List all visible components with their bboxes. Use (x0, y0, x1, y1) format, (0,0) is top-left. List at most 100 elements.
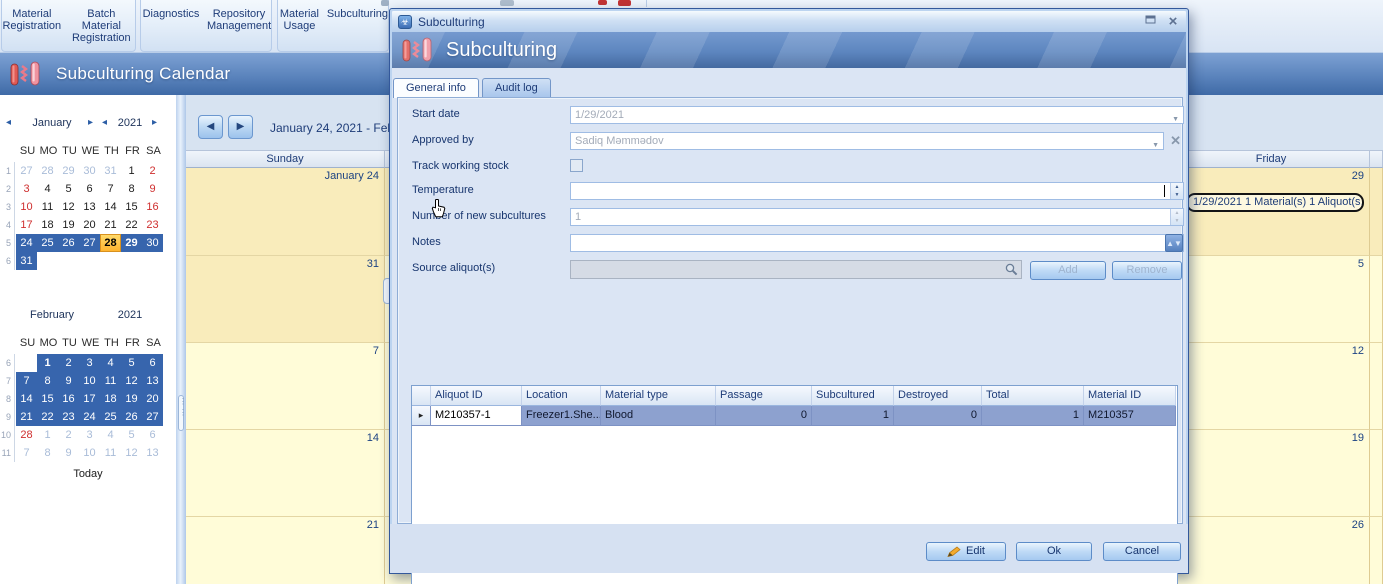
today-button[interactable]: Today (0, 468, 176, 480)
notes-expand-button[interactable]: ▲▼ (1165, 234, 1183, 252)
day-cell[interactable]: 1 (121, 162, 142, 180)
chevron-down-icon[interactable]: ▼ (1152, 138, 1159, 154)
day-cell[interactable]: 3 (79, 354, 100, 372)
day-cell[interactable]: 18 (100, 390, 121, 408)
calendar-day-cell[interactable]: 7 (186, 343, 385, 430)
day-cell[interactable]: 24 (16, 234, 37, 252)
day-cell[interactable]: 2 (58, 354, 79, 372)
remove-button[interactable]: Remove (1112, 261, 1182, 280)
num-subcultures-field[interactable]: 1 ▲▼ (570, 208, 1184, 226)
day-cell[interactable]: 27 (142, 408, 163, 426)
temperature-field[interactable]: ▲▼ (570, 182, 1184, 200)
day-cell[interactable]: 5 (121, 426, 142, 444)
ribbon-item-diagnostics[interactable]: Diagnostics (141, 8, 201, 51)
approved-by-field[interactable]: Sadiq Məmmədov ▼ ✕ (570, 132, 1164, 150)
next-period-button[interactable]: ▶ (228, 115, 253, 139)
restore-window-button[interactable] (1142, 14, 1160, 30)
day-cell[interactable]: 10 (79, 444, 100, 462)
day-cell[interactable]: 23 (142, 216, 163, 234)
day-cell[interactable]: 7 (16, 372, 37, 390)
calendar-day-cell[interactable] (1370, 430, 1383, 517)
ribbon-item-material-usage[interactable]: Material Usage (278, 8, 321, 51)
calendar-day-cell[interactable]: 19 (1173, 430, 1370, 517)
day-cell[interactable]: 14 (100, 198, 121, 216)
search-icon[interactable] (1004, 262, 1019, 282)
splitter-grip-icon[interactable]: ⋮⋮ (178, 395, 184, 431)
day-cell[interactable]: 4 (100, 354, 121, 372)
day-cell[interactable]: 6 (79, 180, 100, 198)
track-working-stock-checkbox[interactable] (570, 159, 583, 172)
day-cell[interactable]: 25 (37, 234, 58, 252)
cancel-button[interactable]: Cancel (1103, 542, 1181, 561)
day-cell[interactable]: 12 (121, 372, 142, 390)
day-cell[interactable]: 11 (37, 198, 58, 216)
day-cell[interactable]: 22 (121, 216, 142, 234)
day-cell[interactable]: 25 (100, 408, 121, 426)
calendar-day-cell[interactable]: 5 (1173, 256, 1370, 343)
day-cell[interactable]: 31 (100, 162, 121, 180)
chevron-down-icon[interactable]: ▼ (1172, 112, 1179, 128)
day-cell[interactable]: 2 (142, 162, 163, 180)
day-cell[interactable]: 28 (100, 234, 121, 252)
day-cell[interactable]: 13 (142, 444, 163, 462)
calendar-day-cell[interactable]: 14 (186, 430, 385, 517)
close-button[interactable]: × (1164, 14, 1182, 30)
day-cell[interactable]: 22 (37, 408, 58, 426)
notes-field[interactable]: ▲▼ (570, 234, 1184, 252)
day-cell[interactable]: 4 (100, 426, 121, 444)
day-cell[interactable]: 8 (121, 180, 142, 198)
source-aliquots-field[interactable] (570, 260, 1022, 279)
day-cell[interactable]: 16 (142, 198, 163, 216)
day-cell[interactable]: 27 (16, 162, 37, 180)
day-cell[interactable]: 30 (142, 234, 163, 252)
day-cell[interactable]: 8 (37, 444, 58, 462)
day-cell[interactable] (79, 252, 100, 270)
day-cell[interactable] (37, 252, 58, 270)
day-cell[interactable]: 4 (37, 180, 58, 198)
column-header[interactable]: Subcultured (812, 386, 894, 406)
edit-button[interactable]: Edit (926, 542, 1006, 561)
day-cell[interactable]: 16 (58, 390, 79, 408)
day-cell[interactable] (16, 354, 37, 372)
calendar-day-cell[interactable]: 29 (1173, 168, 1370, 256)
day-cell[interactable] (58, 252, 79, 270)
column-header[interactable]: Location (522, 386, 601, 406)
next-month-arrow-icon[interactable]: ▸ (88, 117, 93, 128)
day-cell[interactable]: 18 (37, 216, 58, 234)
day-cell[interactable]: 9 (142, 180, 163, 198)
day-cell[interactable]: 27 (79, 234, 100, 252)
day-cell[interactable]: 9 (58, 372, 79, 390)
day-cell[interactable]: 30 (79, 162, 100, 180)
day-cell[interactable] (142, 252, 163, 270)
day-cell[interactable]: 15 (37, 390, 58, 408)
temperature-spinner[interactable]: ▲▼ (1170, 183, 1183, 199)
day-cell[interactable]: 15 (121, 198, 142, 216)
day-cell[interactable]: 10 (16, 198, 37, 216)
day-cell[interactable]: 9 (58, 444, 79, 462)
next-year-arrow-icon[interactable]: ▸ (152, 117, 157, 128)
day-cell[interactable]: 20 (79, 216, 100, 234)
day-cell[interactable]: 5 (121, 354, 142, 372)
day-cell[interactable]: 3 (16, 180, 37, 198)
day-cell[interactable]: 19 (58, 216, 79, 234)
calendar-day-cell[interactable]: January 24 (186, 168, 385, 256)
previous-period-button[interactable]: ◀ (198, 115, 223, 139)
calendar-day-cell[interactable] (1370, 168, 1383, 256)
day-cell[interactable]: 21 (100, 216, 121, 234)
column-header[interactable]: Material type (601, 386, 716, 406)
day-cell[interactable]: 24 (79, 408, 100, 426)
day-cell[interactable]: 11 (100, 372, 121, 390)
day-cell[interactable]: 17 (79, 390, 100, 408)
day-cell[interactable] (121, 252, 142, 270)
day-cell[interactable]: 6 (142, 426, 163, 444)
day-cell[interactable]: 8 (37, 372, 58, 390)
day-cell[interactable]: 28 (37, 162, 58, 180)
ribbon-item-repository-management[interactable]: Repository Management (207, 8, 271, 51)
day-cell[interactable]: 29 (121, 234, 142, 252)
day-cell[interactable]: 12 (58, 198, 79, 216)
day-cell[interactable]: 23 (58, 408, 79, 426)
table-row[interactable]: ▸M210357-1Freezer1.She...Blood0101M21035… (412, 406, 1177, 426)
start-date-field[interactable]: 1/29/2021 ▼ (570, 106, 1184, 124)
add-button[interactable]: Add (1030, 261, 1106, 280)
day-cell[interactable]: 12 (121, 444, 142, 462)
